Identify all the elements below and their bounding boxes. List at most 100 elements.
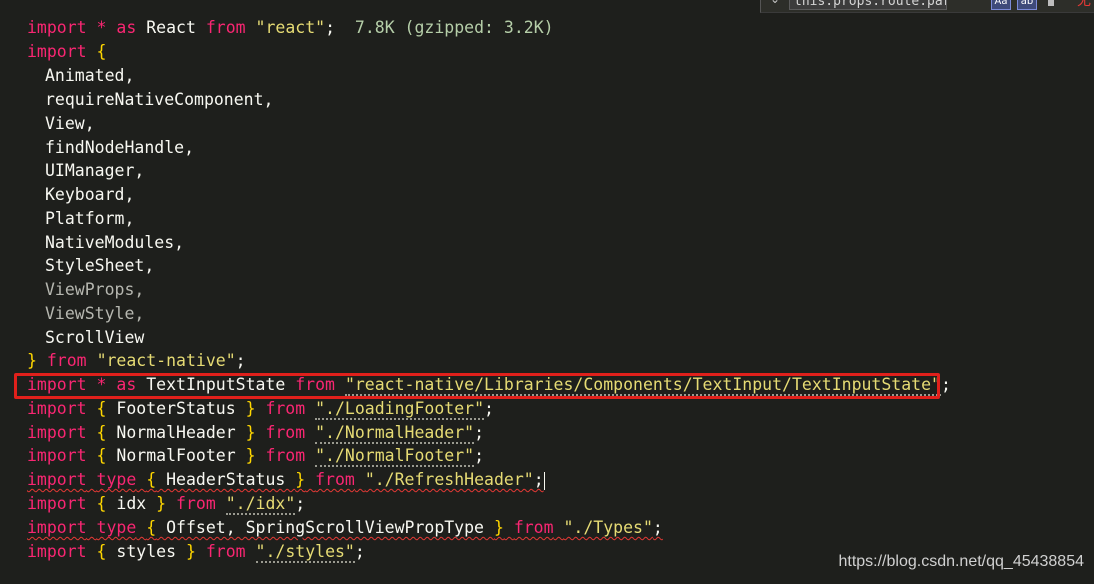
bracket: } (185, 542, 196, 561)
code-line-member[interactable]: requireNativeComponent, (45, 88, 273, 112)
keyword: import (27, 18, 87, 37)
semicolon: ; (235, 351, 246, 370)
semicolon: ; (474, 446, 485, 465)
text-cursor (543, 471, 545, 490)
code-line-member[interactable]: Animated, (45, 64, 134, 88)
keyword: import (27, 542, 87, 561)
code-line-21[interactable]: import { idx } from "./idx"; (27, 492, 305, 516)
code-line-17[interactable]: import { FooterStatus } from "./LoadingF… (27, 397, 494, 421)
code-line-member[interactable]: Keyboard, (45, 183, 134, 207)
bracket: } (295, 470, 306, 489)
find-input[interactable]: this.props.route.params.iter (789, 0, 947, 10)
string: "react" (255, 18, 326, 37)
identifier: React (136, 18, 206, 37)
semicolon: ; (354, 542, 365, 561)
keyword: from (295, 375, 335, 394)
keyword: type (96, 518, 137, 537)
keyword: from (265, 423, 306, 442)
code-line-member[interactable]: findNodeHandle, (45, 136, 194, 160)
keyword: import (27, 42, 87, 61)
keyword: as (116, 375, 137, 394)
bracket: { (96, 399, 107, 418)
expand-replace-chevron-icon[interactable]: ⌄ (770, 0, 780, 6)
code-line-member[interactable]: NativeModules, (45, 231, 184, 255)
regex-toggle-icon[interactable] (1048, 0, 1054, 6)
code-editor[interactable]: ⌄ this.props.route.params.iter Aa ab 无 i… (0, 0, 1094, 584)
keyword: as (116, 18, 137, 37)
keyword: from (205, 18, 246, 37)
bracket: { (146, 518, 157, 537)
find-widget: ⌄ this.props.route.params.iter Aa ab (760, 0, 1094, 13)
semicolon: ; (474, 423, 485, 442)
identifier: HeaderStatus (156, 470, 296, 489)
code-line-23[interactable]: import { styles } from "./styles"; (27, 540, 365, 564)
code-line-19[interactable]: import { NormalFooter } from "./NormalFo… (27, 444, 484, 468)
keyword: import (27, 446, 87, 465)
code-line-18[interactable]: import { NormalHeader } from "./NormalHe… (27, 421, 484, 445)
code-line-22[interactable]: import type { Offset, SpringScrollViewPr… (27, 516, 663, 540)
operator: * (86, 18, 117, 37)
bracket: { (96, 494, 107, 513)
bracket: } (27, 351, 37, 370)
identifier: FooterStatus (106, 399, 246, 418)
keyword: import (27, 518, 87, 537)
operator: * (86, 375, 117, 394)
bracket: { (96, 423, 107, 442)
string: "./idx" (225, 494, 296, 515)
string: "./NormalFooter" (315, 446, 475, 467)
identifier: NormalHeader (106, 423, 246, 442)
semicolon: ; (652, 518, 663, 537)
bracket: { (96, 446, 107, 465)
bracket: { (96, 542, 107, 561)
string: "react-native" (96, 351, 236, 370)
code-line-20[interactable]: import type { HeaderStatus } from "./Ref… (27, 468, 545, 492)
keyword: import (27, 470, 87, 489)
code-line-member[interactable]: View, (45, 112, 95, 136)
keyword: import (27, 423, 87, 442)
identifier: idx (106, 494, 157, 513)
bracket: } (245, 399, 256, 418)
identifier: TextInputState (136, 375, 296, 394)
bracket: { (96, 42, 107, 61)
string: "./LoadingFooter" (315, 399, 485, 420)
code-line-member[interactable]: Platform, (45, 207, 134, 231)
keyword: from (265, 399, 306, 418)
string: "./Types" (563, 518, 653, 537)
semicolon: ; (533, 470, 544, 489)
keyword: import (27, 375, 87, 394)
match-case-toggle[interactable]: Aa (991, 0, 1011, 10)
code-line-member[interactable]: StyleSheet, (45, 254, 154, 278)
keyword: from (176, 494, 216, 513)
string: "./styles" (255, 542, 355, 563)
code-line-member-unused[interactable]: ViewStyle, (45, 302, 144, 326)
code-line-member[interactable]: UIManager, (45, 159, 144, 183)
import-cost-hint: 7.8K (gzipped: 3.2K) (354, 18, 554, 37)
code-line-15[interactable]: } from "react-native"; (27, 349, 246, 373)
keyword: import (27, 399, 87, 418)
keyword: from (46, 351, 87, 370)
bracket: { (146, 470, 157, 489)
code-line-member[interactable]: ScrollView (45, 326, 144, 350)
code-line-2[interactable]: import { (27, 40, 106, 64)
string: "react-native/Libraries/Components/TextI… (344, 375, 941, 396)
code-line-1[interactable]: import * as React from "react"; 7.8K (gz… (27, 16, 554, 40)
semicolon: ; (940, 375, 951, 394)
keyword: from (513, 518, 554, 537)
bracket: } (156, 494, 167, 513)
semicolon: ; (484, 399, 494, 418)
semicolon: ; (325, 18, 336, 37)
bracket: } (245, 446, 256, 465)
code-line-16[interactable]: import * as TextInputState from "react-n… (27, 373, 951, 397)
bracket: } (493, 518, 504, 537)
keyword: import (27, 494, 87, 513)
code-line-member-unused[interactable]: ViewProps, (45, 278, 144, 302)
keyword: type (96, 470, 137, 489)
identifier: Offset, SpringScrollViewPropType (156, 518, 494, 537)
identifier: NormalFooter (106, 446, 246, 465)
keyword: from (315, 470, 355, 489)
match-whole-word-toggle[interactable]: ab (1017, 0, 1037, 10)
string: "./RefreshHeader" (364, 470, 534, 489)
string: "./NormalHeader" (315, 423, 475, 444)
keyword: from (205, 542, 246, 561)
